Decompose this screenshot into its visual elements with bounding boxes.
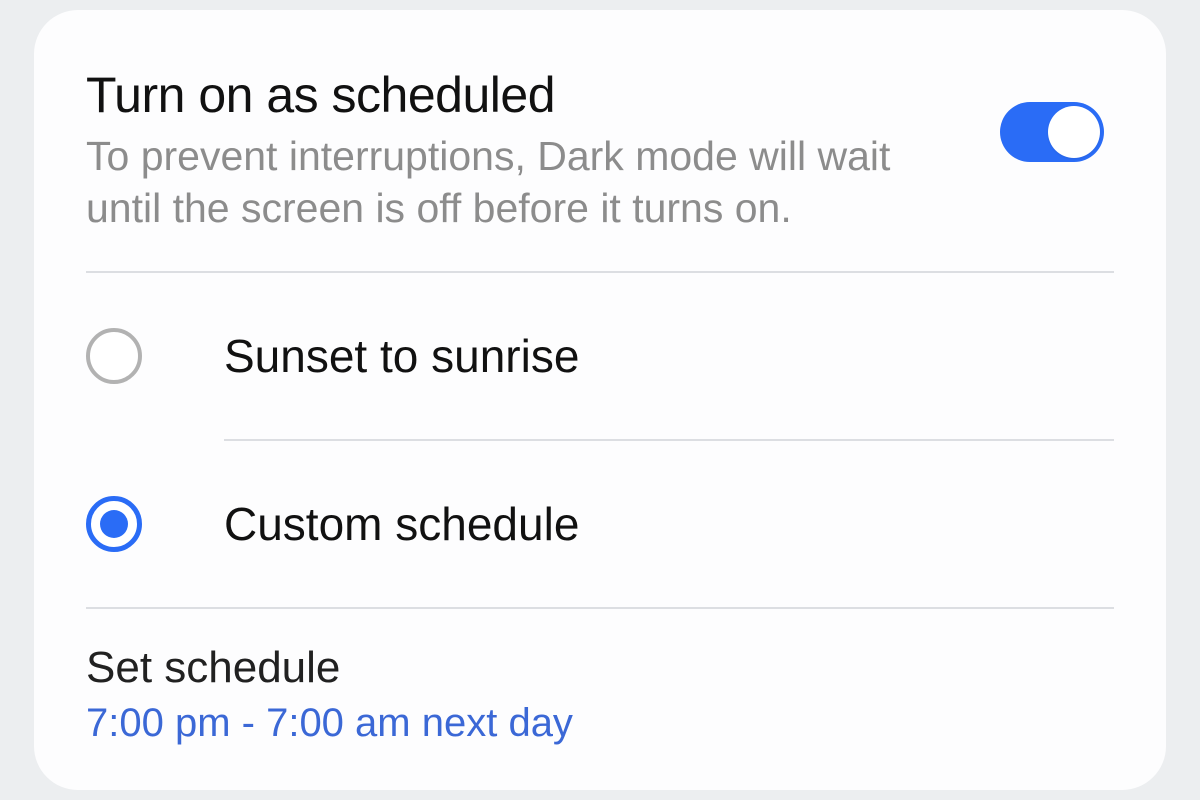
schedule-toggle-switch[interactable] <box>1000 102 1104 162</box>
option-custom-schedule[interactable]: Custom schedule <box>34 441 1166 607</box>
radio-selected-icon <box>86 496 142 552</box>
set-schedule-title: Set schedule <box>86 643 1104 693</box>
radio-unselected-icon <box>86 328 142 384</box>
toggle-knob-icon <box>1048 106 1100 158</box>
settings-card: Turn on as scheduled To prevent interrup… <box>34 10 1166 790</box>
schedule-toggle-row: Turn on as scheduled To prevent interrup… <box>34 10 1166 271</box>
schedule-toggle-title: Turn on as scheduled <box>86 66 946 124</box>
set-schedule-value: 7:00 pm - 7:00 am next day <box>86 701 1104 746</box>
schedule-toggle-text: Turn on as scheduled To prevent interrup… <box>86 66 946 235</box>
option-sunset-to-sunrise[interactable]: Sunset to sunrise <box>34 273 1166 439</box>
option-label: Custom schedule <box>224 497 579 551</box>
schedule-toggle-subtitle: To prevent interruptions, Dark mode will… <box>86 130 946 235</box>
set-schedule-row[interactable]: Set schedule 7:00 pm - 7:00 am next day <box>34 609 1166 746</box>
option-label: Sunset to sunrise <box>224 329 579 383</box>
